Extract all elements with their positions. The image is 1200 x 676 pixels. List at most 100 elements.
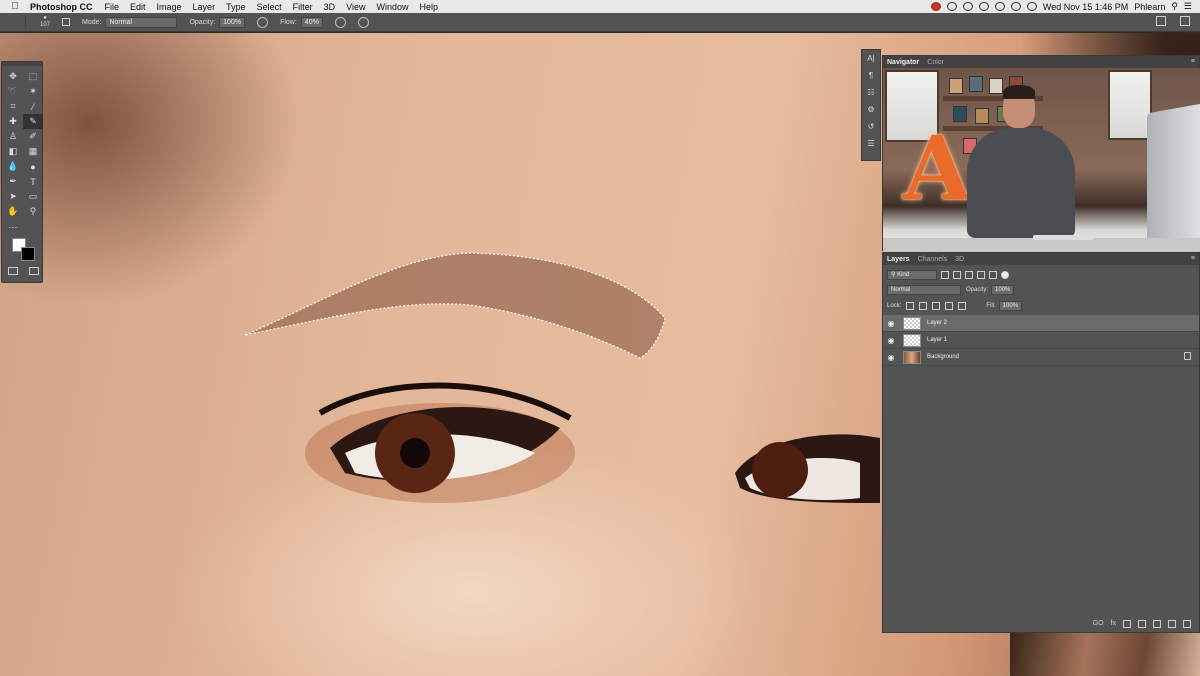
new-layer-icon[interactable] (1168, 620, 1176, 628)
dodge-tool-icon[interactable]: ● (23, 159, 43, 174)
lock-position-icon[interactable] (932, 302, 941, 310)
blur-tool-icon[interactable]: 💧 (3, 159, 23, 174)
blend-mode-dropdown[interactable]: Normal (887, 285, 961, 295)
link-layers-button[interactable]: GO (1093, 620, 1104, 628)
layer-opacity-field[interactable]: 100% (991, 285, 1015, 295)
screen-mode-icon[interactable] (28, 267, 39, 275)
battery-icon[interactable] (1026, 2, 1037, 11)
hand-tool-icon[interactable]: ✋ (3, 204, 23, 219)
layer-name[interactable]: Background (927, 354, 959, 360)
lock-transparent-icon[interactable] (906, 302, 915, 310)
volume-icon[interactable] (1010, 2, 1021, 11)
navigator-menu-icon[interactable]: ≡ (1191, 58, 1195, 65)
status-clock-icon[interactable] (962, 2, 973, 11)
layer-thumbnail[interactable] (903, 333, 921, 347)
trash-icon[interactable] (1183, 620, 1191, 628)
more-tools-icon[interactable]: ··· (3, 219, 23, 234)
color-swatches[interactable] (12, 238, 36, 262)
flow-field[interactable]: 40% (300, 16, 323, 28)
menu-help[interactable]: Help (419, 2, 438, 12)
type-tool-icon[interactable]: T (23, 174, 43, 189)
menu-layer[interactable]: Layer (193, 2, 216, 12)
menu-3d[interactable]: 3D (324, 2, 336, 12)
history-brush-icon[interactable]: ✐ (23, 129, 43, 144)
background-color[interactable] (21, 247, 35, 261)
layer-name[interactable]: Layer 1 (927, 337, 947, 343)
mode-dropdown[interactable]: Normal (105, 16, 178, 28)
status-info-icon[interactable] (978, 2, 989, 11)
notification-list-icon[interactable]: ☰ (1184, 1, 1192, 12)
wifi-icon[interactable] (994, 2, 1005, 11)
app-menu[interactable]: Photoshop CC (30, 2, 93, 12)
fill-field[interactable]: 100% (998, 301, 1023, 311)
new-group-icon[interactable] (1153, 620, 1161, 628)
layer-thumbnail[interactable] (903, 350, 921, 364)
layer-row-background[interactable]: ◉ Background (883, 349, 1199, 366)
lock-all-icon[interactable] (958, 302, 967, 310)
search-icon[interactable] (1156, 16, 1166, 26)
shape-tool-icon[interactable]: ▭ (23, 189, 43, 204)
character-panel-icon[interactable]: A| (862, 50, 880, 67)
airbrush-icon[interactable] (334, 16, 346, 28)
tab-color[interactable]: Color (927, 59, 944, 66)
lasso-tool-icon[interactable]: ➰ (3, 84, 23, 99)
filter-shape-icon[interactable] (977, 270, 985, 279)
stamp-tool-icon[interactable]: ♙ (3, 129, 23, 144)
filter-type-icon[interactable] (965, 270, 973, 279)
layer-name[interactable]: Layer 2 (927, 320, 947, 326)
tab-channels[interactable]: Channels (918, 256, 948, 263)
status-sync-icon[interactable] (946, 2, 957, 11)
menu-view[interactable]: View (346, 2, 365, 12)
libraries-panel-icon[interactable]: ☰ (862, 135, 880, 152)
filter-adjust-icon[interactable] (953, 270, 961, 279)
menu-select[interactable]: Select (257, 2, 282, 12)
workspace-icon[interactable] (1180, 16, 1190, 26)
quick-mask-icon[interactable] (7, 267, 18, 275)
crop-tool-icon[interactable]: ⌗ (3, 99, 23, 114)
layer-style-button[interactable]: fx (1111, 620, 1116, 628)
apple-icon[interactable]:  (0, 1, 30, 12)
filter-pixel-icon[interactable] (941, 270, 949, 279)
eraser-tool-icon[interactable]: ◧ (3, 144, 23, 159)
opacity-field[interactable]: 100% (219, 16, 246, 28)
tab-layers[interactable]: Layers (887, 256, 910, 263)
magic-wand-tool-icon[interactable]: ✶ (23, 84, 43, 99)
brush-tool-icon[interactable]: ✎ (23, 114, 43, 129)
tab-3d[interactable]: 3D (955, 256, 964, 263)
menu-filter[interactable]: Filter (293, 2, 313, 12)
pen-tool-icon[interactable]: ✒ (3, 174, 23, 189)
gradient-tool-icon[interactable]: ▦ (23, 144, 43, 159)
layers-menu-icon[interactable]: ≡ (1191, 255, 1195, 262)
marquee-tool-icon[interactable]: ⬚ (23, 69, 43, 84)
tab-navigator[interactable]: Navigator (887, 59, 919, 66)
menu-image[interactable]: Image (157, 2, 182, 12)
menu-window[interactable]: Window (376, 2, 408, 12)
visibility-eye-icon[interactable]: ◉ (883, 336, 899, 345)
layer-row-layer-1[interactable]: ◉ Layer 1 (883, 332, 1199, 349)
visibility-eye-icon[interactable]: ◉ (883, 319, 899, 328)
move-tool-icon[interactable]: ✥ (3, 69, 23, 84)
pressure-size-icon[interactable] (357, 16, 369, 28)
visibility-eye-icon[interactable]: ◉ (883, 353, 899, 362)
filter-smart-icon[interactable] (989, 270, 997, 279)
healing-tool-icon[interactable]: ✚ (3, 114, 23, 129)
paragraph-panel-icon[interactable]: ¶ (862, 67, 880, 84)
path-select-icon[interactable]: ➤ (3, 189, 23, 204)
properties-panel-icon[interactable]: ☷ (862, 84, 880, 101)
adjustments-panel-icon[interactable]: ⚙ (862, 101, 880, 118)
pressure-opacity-icon[interactable] (257, 16, 269, 28)
filter-kind-dropdown[interactable]: ⚲ Kind (887, 269, 937, 280)
add-mask-icon[interactable] (1123, 620, 1131, 628)
history-panel-icon[interactable]: ↺ (862, 118, 880, 135)
layer-row-layer-2[interactable]: ◉ Layer 2 (883, 315, 1199, 332)
menu-edit[interactable]: Edit (130, 2, 146, 12)
spotlight-search-icon[interactable]: ⚲ (1171, 1, 1178, 12)
menu-type[interactable]: Type (226, 2, 246, 12)
layer-thumbnail[interactable] (903, 316, 921, 330)
eyedropper-tool-icon[interactable]: ⁄ (23, 99, 43, 114)
lock-artboard-icon[interactable] (945, 302, 954, 310)
brush-panel-icon[interactable] (62, 18, 70, 26)
brush-size-picker[interactable]: ● 107 (34, 15, 56, 29)
brush-tool-preset-icon[interactable] (8, 15, 26, 29)
clock-text[interactable]: Wed Nov 15 1:46 PM (1043, 2, 1128, 12)
